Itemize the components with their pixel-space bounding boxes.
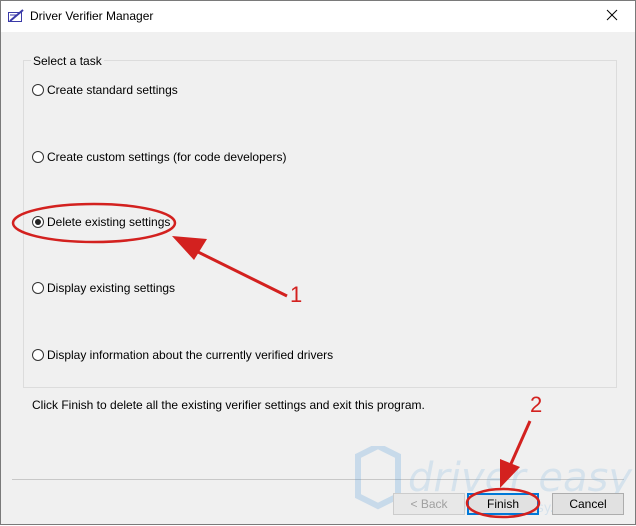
option-label: Create custom settings (for code develop…	[47, 150, 287, 164]
option-create-custom[interactable]: Create custom settings (for code develop…	[32, 150, 286, 164]
option-label: Delete existing settings	[47, 215, 171, 229]
radio-button[interactable]	[32, 84, 44, 96]
option-create-standard[interactable]: Create standard settings	[32, 83, 178, 97]
radio-button[interactable]	[32, 282, 44, 294]
finish-button[interactable]: Finish	[467, 493, 539, 515]
option-display-existing[interactable]: Display existing settings	[32, 281, 175, 295]
divider	[12, 479, 624, 480]
group-label: Select a task	[31, 54, 104, 68]
option-label: Create standard settings	[47, 83, 178, 97]
radio-button-selected[interactable]	[32, 216, 44, 228]
verifier-app-icon	[8, 9, 24, 23]
dialog-window: Driver Verifier Manager Select a task Cr…	[0, 0, 636, 525]
option-label: Display information about the currently …	[47, 348, 334, 362]
radio-button[interactable]	[32, 349, 44, 361]
title-bar[interactable]: Driver Verifier Manager	[1, 1, 635, 32]
close-icon	[606, 9, 618, 24]
info-text: Click Finish to delete all the existing …	[32, 398, 425, 412]
radio-button[interactable]	[32, 151, 44, 163]
option-label: Display existing settings	[47, 281, 176, 295]
annotation-number-1: 1	[290, 282, 303, 307]
option-delete-existing[interactable]: Delete existing settings	[32, 215, 170, 229]
option-display-info[interactable]: Display information about the currently …	[32, 348, 333, 362]
annotation-number-2: 2	[530, 392, 543, 417]
close-button[interactable]	[589, 1, 635, 32]
back-button[interactable]: < Back	[393, 493, 465, 515]
cancel-button[interactable]: Cancel	[552, 493, 624, 515]
window-title: Driver Verifier Manager	[30, 9, 154, 23]
